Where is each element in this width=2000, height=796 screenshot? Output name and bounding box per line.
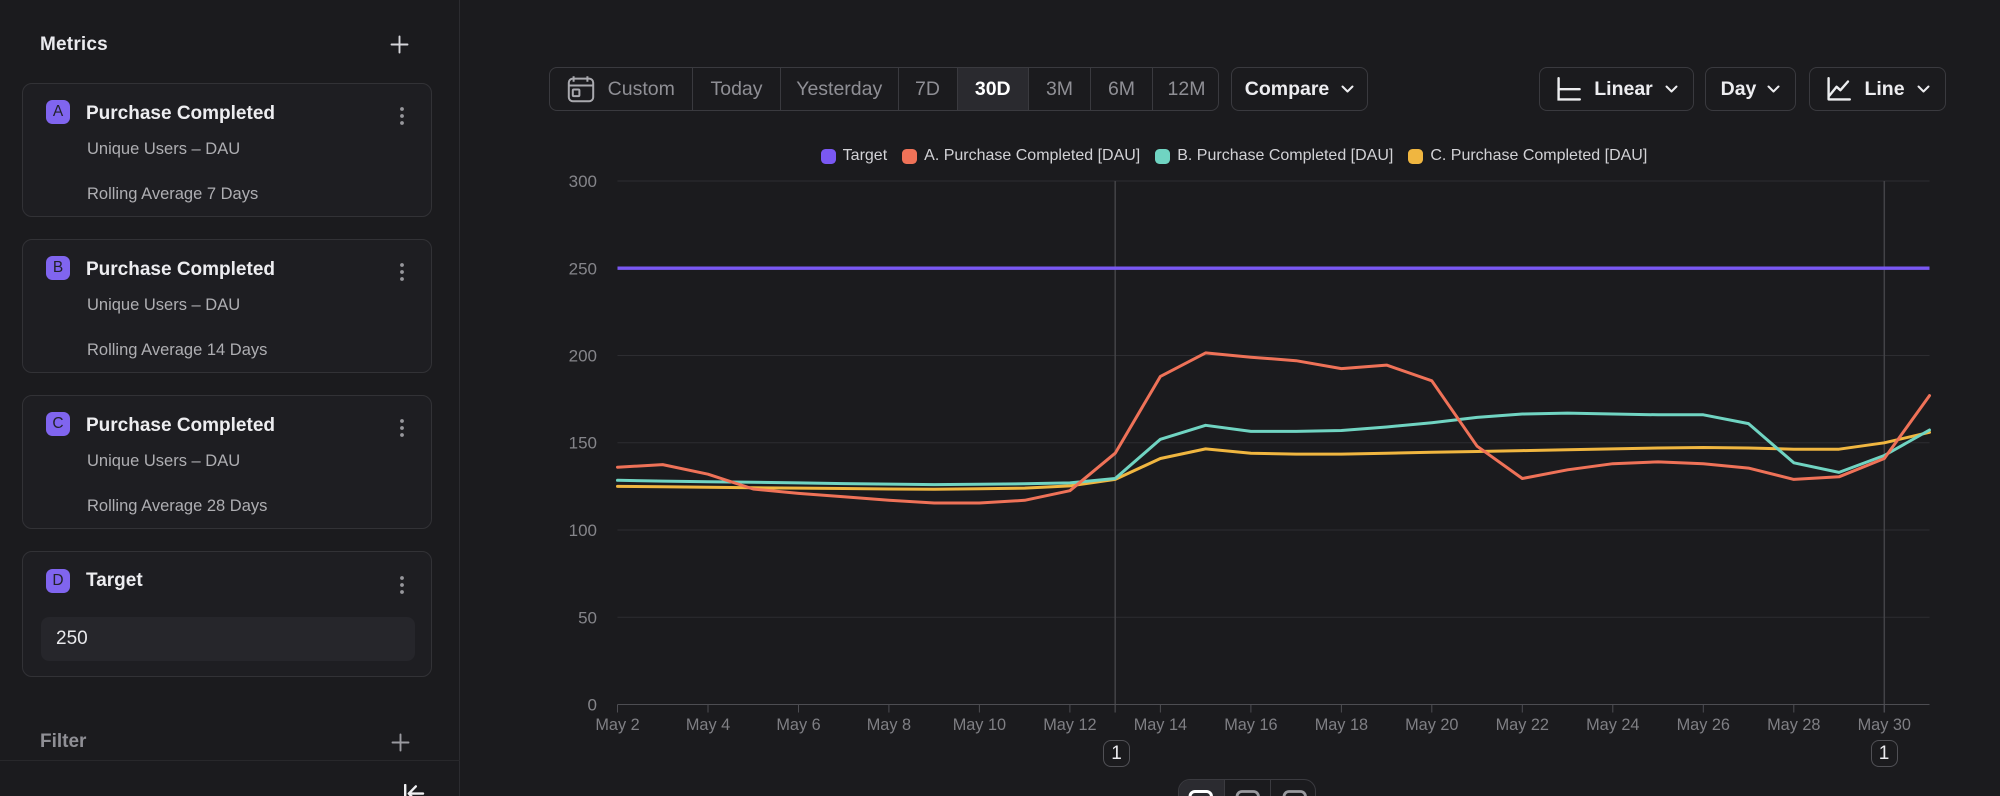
svg-text:300: 300 [569,172,597,191]
svg-text:50: 50 [578,608,597,627]
svg-text:200: 200 [569,347,597,366]
svg-text:May 12: May 12 [1043,716,1096,734]
svg-text:May 30: May 30 [1858,716,1911,734]
svg-text:May 24: May 24 [1586,716,1639,734]
svg-text:100: 100 [569,521,597,540]
svg-text:0: 0 [588,696,597,715]
svg-text:May 10: May 10 [953,716,1006,734]
svg-text:150: 150 [569,434,597,453]
svg-text:May 2: May 2 [595,716,639,734]
svg-text:May 8: May 8 [867,716,911,734]
svg-text:May 16: May 16 [1224,716,1277,734]
svg-text:May 28: May 28 [1767,716,1820,734]
svg-text:May 18: May 18 [1315,716,1368,734]
svg-text:May 14: May 14 [1134,716,1187,734]
svg-text:May 22: May 22 [1496,716,1549,734]
svg-text:May 20: May 20 [1405,716,1458,734]
svg-text:May 26: May 26 [1677,716,1730,734]
svg-text:250: 250 [569,259,597,278]
svg-text:May 4: May 4 [686,716,730,734]
svg-text:May 6: May 6 [776,716,820,734]
